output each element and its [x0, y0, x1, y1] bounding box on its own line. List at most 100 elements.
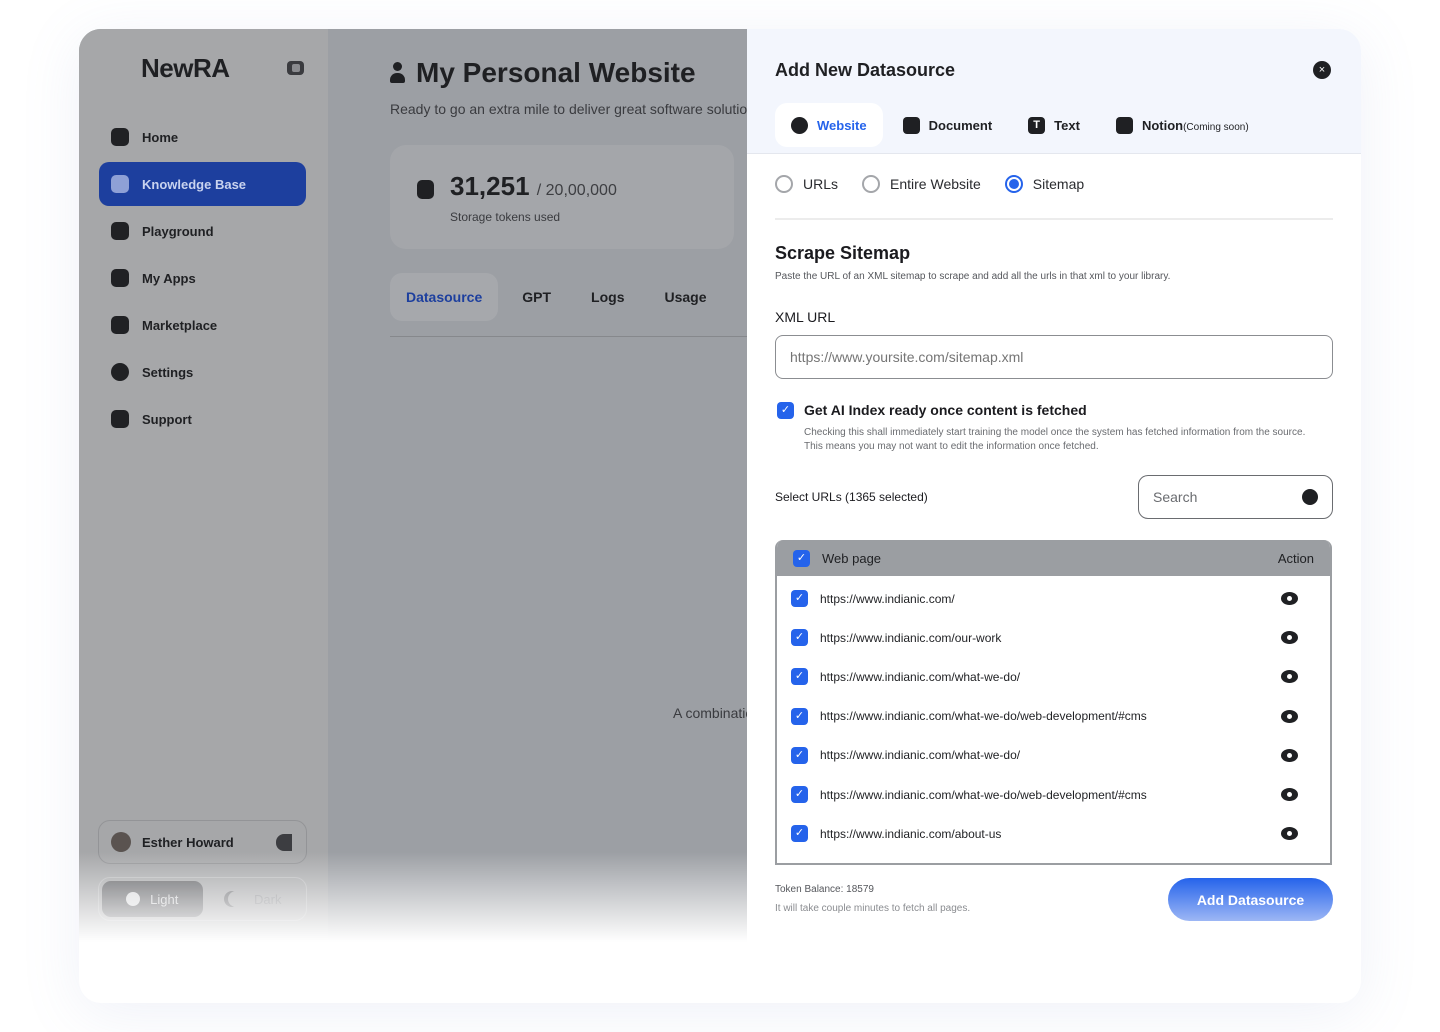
tab-text[interactable]: T Text — [1012, 103, 1096, 147]
gear-icon — [111, 363, 129, 381]
search-icon[interactable] — [1302, 489, 1318, 505]
radio-circle[interactable] — [775, 175, 793, 193]
sidebar-item-support[interactable]: Support — [99, 397, 306, 441]
radio-urls[interactable]: URLs — [775, 175, 838, 193]
add-datasource-panel: Add New Datasource × Website Document TT… — [747, 29, 1361, 1003]
xml-url-label: XML URL — [775, 309, 836, 325]
eye-icon[interactable] — [1281, 827, 1298, 841]
add-datasource-button[interactable]: Add Datasource — [1168, 878, 1333, 921]
tab-datasource[interactable]: Datasource — [390, 273, 499, 321]
tab-gpt[interactable]: GPT — [506, 273, 567, 321]
radio-sitemap[interactable]: Sitemap — [1004, 175, 1085, 193]
tab-logs[interactable]: Logs — [575, 273, 640, 321]
user-name: Esther Howard — [142, 834, 234, 850]
ai-index-checkbox[interactable]: ✓ — [777, 402, 794, 419]
sidebar-item-playground[interactable]: Playground — [99, 209, 306, 253]
table-row: ✓ https://www.indianic.com/our-work — [777, 618, 1330, 657]
tab-label: Website — [817, 117, 867, 133]
tab-website[interactable]: Website — [775, 103, 883, 147]
tokens-used: 31,251 / 20,00,000 — [450, 171, 617, 202]
panel-header: Add New Datasource × Website Document TT… — [747, 29, 1361, 154]
table-row: ✓ https://www.indianic.com/what-we-do/ — [777, 736, 1330, 775]
ai-index-description: Checking this shall immediately start tr… — [804, 427, 1306, 452]
table-row: ✓ https://www.indianic.com/about-us — [777, 814, 1330, 853]
tab-document[interactable]: Document — [887, 103, 1009, 147]
source-tabs: Website Document T Text Notion(Coming soo… — [775, 103, 1265, 147]
row-checkbox[interactable]: ✓ — [791, 746, 808, 764]
sidebar-item-knowledge-base[interactable]: Knowledge Base — [99, 162, 306, 206]
mode-radio-group: URLs Entire Website Sitemap — [775, 175, 1084, 193]
close-icon[interactable]: × — [1313, 61, 1331, 79]
tab-usage[interactable]: Usage — [649, 273, 723, 321]
app-window: NewRA Home Knowledge Base Playground My … — [79, 29, 1361, 1003]
row-checkbox[interactable]: ✓ — [791, 629, 808, 647]
section-description: Paste the URL of an XML sitemap to scrap… — [775, 271, 1171, 282]
sidebar-item-my-apps[interactable]: My Apps — [99, 256, 306, 300]
radio-label: Sitemap — [1032, 176, 1085, 192]
logo: NewRA — [141, 53, 230, 83]
user-icon — [390, 62, 405, 84]
eye-icon[interactable] — [1281, 748, 1298, 762]
sidebar-item-label: Playground — [142, 223, 214, 239]
collapse-sidebar-icon[interactable] — [287, 61, 304, 75]
light-theme-button[interactable]: Light — [102, 881, 203, 917]
light-label: Light — [150, 891, 179, 907]
search-input[interactable]: Search — [1138, 475, 1333, 519]
moon-icon — [228, 891, 244, 907]
row-checkbox[interactable]: ✓ — [791, 825, 808, 843]
xml-url-input[interactable] — [775, 335, 1333, 379]
sidebar-item-marketplace[interactable]: Marketplace — [99, 303, 306, 347]
coming-soon-note: (Coming soon) — [1183, 121, 1249, 133]
column-web-page: Web page — [822, 550, 882, 566]
tokens-total: / 20,00,000 — [536, 182, 617, 199]
logout-icon[interactable] — [276, 834, 292, 851]
chat-icon — [111, 222, 129, 240]
dark-theme-button[interactable]: Dark — [203, 881, 304, 917]
support-24-icon — [111, 410, 129, 428]
sidebar-item-home[interactable]: Home — [99, 115, 306, 159]
radio-label: Entire Website — [890, 176, 981, 192]
theme-toggle: Light Dark — [98, 877, 307, 921]
eye-icon[interactable] — [1281, 592, 1298, 606]
row-checkbox[interactable]: ✓ — [791, 786, 808, 804]
tab-notion[interactable]: Notion(Coming soon) — [1100, 103, 1265, 147]
radio-circle-selected[interactable] — [1004, 175, 1023, 193]
row-checkbox[interactable]: ✓ — [791, 864, 808, 865]
row-checkbox[interactable]: ✓ — [791, 707, 808, 725]
table-row: ✓ — [777, 853, 1330, 865]
sidebar: NewRA Home Knowledge Base Playground My … — [79, 29, 328, 942]
eye-icon[interactable] — [1281, 709, 1298, 723]
table-header: ✓ Web page Action — [777, 540, 1330, 576]
divider — [390, 336, 747, 337]
user-profile[interactable]: Esther Howard — [98, 820, 307, 864]
row-url: https://www.indianic.com/ — [820, 591, 955, 606]
row-url: https://www.indianic.com/about-us — [820, 826, 1002, 841]
tokens-used-value: 31,251 — [450, 171, 530, 201]
sidebar-item-label: Settings — [142, 364, 194, 380]
tab-label: Document — [928, 117, 993, 133]
row-url: https://www.indianic.com/what-we-do/web-… — [820, 709, 1147, 724]
eye-icon[interactable] — [1281, 631, 1298, 645]
notion-icon — [1115, 116, 1133, 134]
sidebar-item-settings[interactable]: Settings — [99, 350, 306, 394]
sidebar-item-label: Knowledge Base — [142, 176, 247, 192]
row-checkbox[interactable]: ✓ — [791, 668, 808, 686]
panel-title: Add New Datasource — [775, 60, 956, 80]
radio-circle[interactable] — [862, 175, 881, 193]
tab-label: Notion — [1141, 117, 1184, 133]
select-all-checkbox[interactable]: ✓ — [793, 549, 810, 567]
eye-icon[interactable] — [1281, 788, 1298, 802]
token-balance: Token Balance: 18579 — [775, 884, 874, 895]
radio-entire-website[interactable]: Entire Website — [862, 175, 981, 193]
search-placeholder: Search — [1153, 489, 1198, 505]
url-table: ✓ Web page Action ✓ https://www.indianic.co… — [775, 540, 1332, 865]
storage-card: 31,251 / 20,00,000 Storage tokens used — [390, 145, 734, 249]
eye-icon[interactable] — [1281, 670, 1298, 684]
page-title: My Personal Website — [390, 57, 696, 89]
sidebar-nav: Home Knowledge Base Playground My Apps M… — [99, 115, 306, 444]
table-row: ✓ https://www.indianic.com/ — [777, 579, 1330, 618]
row-checkbox[interactable]: ✓ — [791, 590, 808, 608]
column-action: Action — [1277, 550, 1314, 566]
ai-index-option: ✓ Get AI Index ready once content is fet… — [777, 402, 1324, 454]
dimmed-background: NewRA Home Knowledge Base Playground My … — [79, 29, 750, 942]
